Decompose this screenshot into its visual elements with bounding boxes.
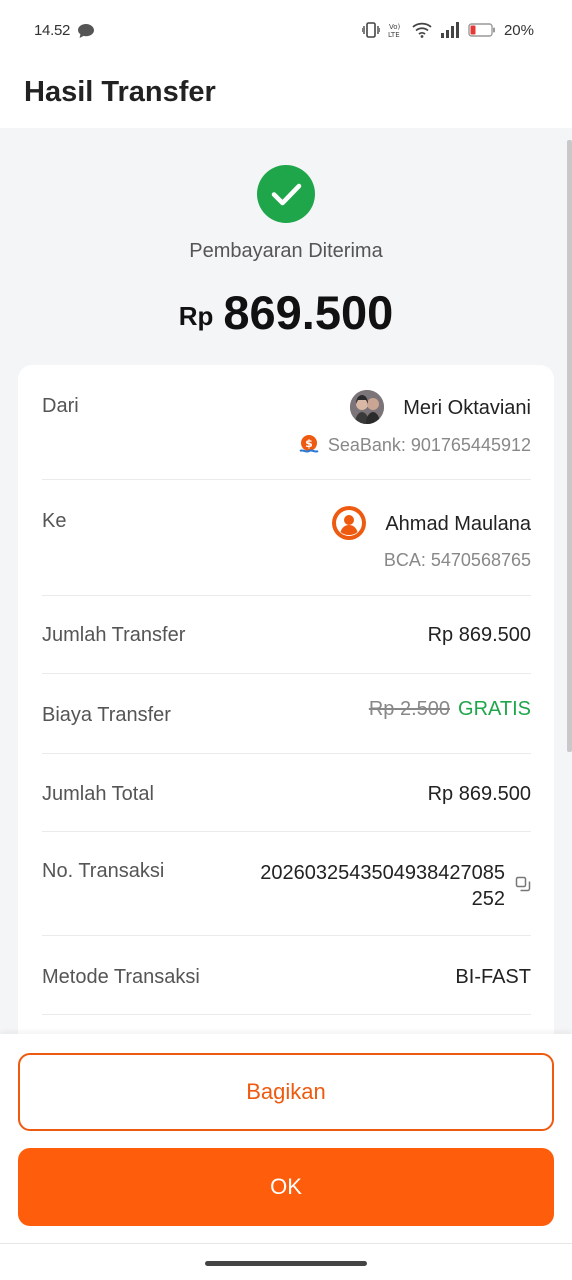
copy-icon[interactable] [515, 876, 531, 892]
volte-icon: Vo) LTE [388, 23, 401, 39]
row-from: Dari Meri Oktaviani $ SeaBank: 901765445… [42, 365, 531, 480]
total-amount-label: Jumlah Total [42, 783, 154, 805]
payment-amount: Rp 869.500 [0, 285, 572, 340]
system-nav-bar [0, 1243, 572, 1280]
transfer-details-card: Dari Meri Oktaviani $ SeaBank: 901765445… [18, 365, 554, 1065]
transaction-no-line-1: 20260325435049384270​85 [260, 862, 505, 884]
wifi-icon [412, 22, 432, 38]
status-bar: 14.52 Vo) LTE 20% [0, 0, 572, 62]
row-transfer-amount: Jumlah Transfer Rp 869.500 [42, 596, 531, 674]
original-fee: Rp 2.500 [368, 698, 451, 720]
chat-bubble-icon [78, 24, 94, 38]
recipient-account: BCA: 5470568765 [383, 550, 531, 570]
battery-icon [468, 23, 495, 37]
row-transaction-no: No. Transaksi 20260325435049384270​85 25… [42, 832, 531, 936]
amount-currency: Rp [178, 301, 214, 331]
page-title: Hasil Transfer [24, 76, 216, 108]
transaction-no-value: 20260325435049384270​85 252 [260, 860, 505, 912]
row-to: Ke Ahmad Maulana BCA: 5470568765 [42, 480, 531, 596]
payment-status: Pembayaran Diterima [189, 240, 383, 262]
transfer-amount-label: Jumlah Transfer [42, 624, 186, 646]
transaction-method-value: BI-FAST [455, 966, 531, 988]
amount-value: 869.500 [223, 286, 394, 339]
transaction-no-label: No. Transaksi [42, 860, 165, 882]
svg-text:LTE: LTE [388, 31, 400, 39]
app-bar: Hasil Transfer [0, 62, 572, 128]
transfer-fee-label: Biaya Transfer [42, 704, 171, 726]
vibrate-icon [361, 22, 380, 38]
transfer-fee-value: Rp 2.500 GRATIS [369, 698, 531, 721]
to-label: Ke [42, 510, 67, 532]
transaction-no-line-2: 252 [471, 888, 505, 910]
seabank-icon: $ [299, 435, 319, 453]
scrollbar[interactable] [567, 140, 572, 752]
success-check-icon [257, 165, 315, 223]
recipient-name: Ahmad Maulana [385, 513, 531, 535]
sender-avatar [350, 390, 384, 424]
share-button[interactable]: Bagikan [18, 1053, 554, 1131]
ok-button[interactable]: OK [18, 1148, 554, 1226]
free-fee-badge: GRATIS [458, 698, 531, 720]
status-icons: Vo) LTE 20% [361, 21, 534, 39]
home-indicator[interactable] [205, 1261, 367, 1266]
row-total-amount: Jumlah Total Rp 869.500 [42, 754, 531, 832]
total-amount-value: Rp 869.500 [427, 783, 531, 805]
battery-percent: 20% [503, 21, 534, 39]
sender-account: SeaBank: 901765445912 [327, 435, 531, 455]
from-label: Dari [42, 395, 79, 417]
transaction-method-label: Metode Transaksi [42, 966, 200, 988]
row-transfer-fee: Biaya Transfer Rp 2.500 GRATIS [42, 674, 531, 754]
signal-icon [440, 22, 459, 38]
recipient-avatar-icon [332, 506, 366, 540]
sender-name: Meri Oktaviani [403, 397, 531, 419]
transfer-amount-value: Rp 869.500 [427, 624, 531, 646]
svg-text:Vo): Vo) [389, 23, 401, 31]
row-transaction-method: Metode Transaksi BI-FAST [42, 936, 531, 1015]
status-time: 14.52 [34, 22, 71, 39]
svg-text:$: $ [305, 437, 313, 450]
